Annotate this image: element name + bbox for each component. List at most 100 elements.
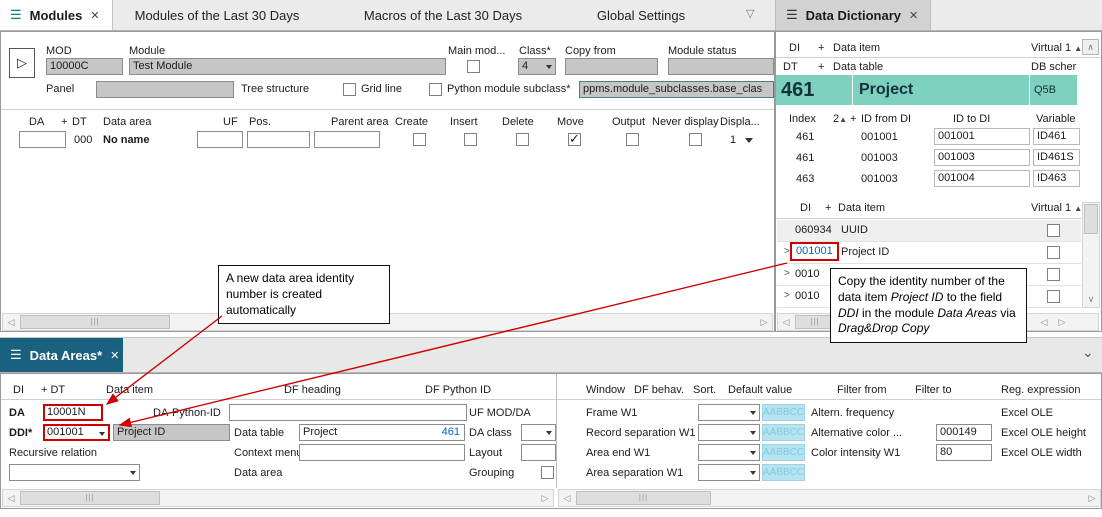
tab-list-dropdown-icon[interactable]: ▽	[746, 7, 754, 20]
scroll-right-icon[interactable]: ▷	[537, 490, 553, 506]
add-icon[interactable]: +	[818, 61, 824, 73]
index-row-id-from[interactable]: 001003	[861, 152, 898, 164]
grid-line-checkbox[interactable]	[343, 83, 356, 96]
insert-checkbox[interactable]	[464, 133, 477, 146]
da-input[interactable]	[19, 131, 66, 148]
selected-table-id[interactable]: 461	[776, 75, 852, 105]
close-icon[interactable]: ✕	[110, 349, 119, 362]
frame-w1-color-swatch[interactable]: AABBCC	[762, 404, 805, 421]
scroll-left-icon[interactable]: ◁	[778, 314, 794, 330]
data-area-name[interactable]: No name	[103, 134, 149, 146]
context-menu-field[interactable]	[299, 444, 465, 461]
scroll-down-icon[interactable]: ∨	[1083, 291, 1099, 307]
index-row-id-to[interactable]: 001003	[934, 149, 1030, 166]
record-separation-color-swatch[interactable]: AABBCC	[762, 424, 805, 441]
alternative-color-field[interactable]: 000149	[936, 424, 992, 441]
index-row-id-from[interactable]: 001001	[861, 131, 898, 143]
scroll-left-icon[interactable]: ◁	[3, 314, 19, 330]
virtual-checkbox[interactable]	[1047, 290, 1060, 303]
module-status-field[interactable]	[668, 58, 774, 75]
da-class-select[interactable]	[521, 424, 556, 441]
index-row-variable[interactable]: ID461S	[1033, 149, 1080, 166]
python-subclass-checkbox[interactable]	[429, 83, 442, 96]
item-di[interactable]: 0010	[795, 268, 819, 280]
scroll-left-icon[interactable]: ◁	[3, 490, 19, 506]
chevron-down-icon[interactable]	[745, 138, 753, 143]
collapse-chevron-icon[interactable]: ⌄	[1082, 344, 1094, 361]
items-vscrollbar[interactable]: ∨	[1082, 202, 1100, 308]
panel-field[interactable]	[96, 81, 234, 98]
index-sort-indicator[interactable]: 2▲	[833, 113, 847, 125]
recursive-relation-select[interactable]	[9, 464, 140, 481]
sort-asc-icon[interactable]: ▲	[1074, 44, 1082, 53]
parent-area-input[interactable]	[314, 131, 380, 148]
expand-icon[interactable]: >	[784, 246, 790, 257]
pos-input[interactable]	[247, 131, 310, 148]
output-checkbox[interactable]	[626, 133, 639, 146]
menu-icon[interactable]: ☰	[10, 7, 22, 23]
uf-input[interactable]	[197, 131, 243, 148]
menu-icon[interactable]: ☰	[10, 347, 22, 363]
virtual-checkbox[interactable]	[1047, 268, 1060, 281]
tab-data-dictionary[interactable]: ☰ Data Dictionary ✕	[775, 0, 931, 30]
ddi-field[interactable]: 001001	[43, 424, 110, 441]
item-di[interactable]: 0010	[795, 290, 819, 302]
item-di[interactable]: 001001	[796, 245, 833, 257]
ddi-item-name-field[interactable]: Project ID	[113, 424, 230, 441]
module-field[interactable]: Test Module	[129, 58, 446, 75]
main-mod-checkbox[interactable]	[467, 60, 480, 73]
tab-modules-last-30[interactable]: Modules of the Last 30 Days	[118, 0, 316, 30]
scroll-thumb[interactable]: |||	[795, 315, 835, 329]
index-row-id-from[interactable]: 001003	[861, 173, 898, 185]
scroll-left-icon[interactable]: ◁	[1036, 314, 1052, 330]
index-row-id-to[interactable]: 001001	[934, 128, 1030, 145]
add-icon[interactable]: +	[818, 42, 824, 54]
scroll-up-button[interactable]: ∧	[1082, 39, 1099, 55]
class-select[interactable]: 4	[518, 58, 556, 75]
selected-table-schema[interactable]: Q5B	[1030, 75, 1077, 105]
run-button[interactable]: ▷	[9, 48, 35, 78]
expand-icon[interactable]: >	[784, 290, 790, 301]
add-icon[interactable]: +	[61, 116, 67, 128]
item-di[interactable]: 060934	[795, 224, 832, 236]
index-row-index[interactable]: 461	[796, 131, 814, 143]
sort-asc-icon[interactable]: ▲	[1074, 204, 1082, 213]
selected-table-name[interactable]: Project	[853, 75, 1029, 105]
record-separation-select[interactable]	[698, 424, 760, 441]
index-row-index[interactable]: 463	[796, 173, 814, 185]
delete-checkbox[interactable]	[516, 133, 529, 146]
python-subclass-field[interactable]: ppms.module_subclasses.base_clas	[579, 81, 774, 98]
scroll-thumb[interactable]: |||	[576, 491, 711, 505]
scroll-thumb[interactable]: |||	[20, 315, 170, 329]
virtual-checkbox[interactable]	[1047, 224, 1060, 237]
scroll-thumb[interactable]	[1084, 204, 1098, 234]
tab-modules[interactable]: ☰ Modules ✕	[0, 0, 113, 30]
area-separation-color-swatch[interactable]: AABBCC	[762, 464, 805, 481]
data-table-field[interactable]: Project 461	[299, 424, 465, 441]
area-separation-select[interactable]	[698, 464, 760, 481]
item-name[interactable]: Project ID	[841, 246, 889, 258]
scroll-thumb[interactable]: |||	[20, 491, 160, 505]
area-end-select[interactable]	[698, 444, 760, 461]
index-row-id-to[interactable]: 001004	[934, 170, 1030, 187]
scroll-right-icon[interactable]: ▷	[756, 314, 772, 330]
da-field[interactable]: 10001N	[43, 404, 103, 421]
add-icon[interactable]: +	[850, 113, 856, 125]
display-value[interactable]: 1	[730, 134, 736, 146]
dt-value[interactable]: 000	[74, 134, 92, 146]
mod-field[interactable]: 10000C	[46, 58, 123, 75]
move-checkbox[interactable]	[568, 133, 581, 146]
data-areas-left-hscrollbar[interactable]: ◁ ||| ▷	[2, 489, 554, 507]
add-icon[interactable]: +	[825, 202, 831, 214]
tab-global-settings[interactable]: Global Settings	[574, 0, 708, 30]
area-end-color-swatch[interactable]: AABBCC	[762, 444, 805, 461]
close-icon[interactable]: ✕	[909, 9, 918, 22]
color-intensity-field[interactable]: 80	[936, 444, 992, 461]
scroll-right-icon[interactable]: ▷	[1084, 490, 1100, 506]
virtual-checkbox[interactable]	[1047, 246, 1060, 259]
data-item-row[interactable]: 060934 UUID	[777, 220, 1081, 242]
copy-from-field[interactable]	[565, 58, 658, 75]
df-heading-field[interactable]	[229, 404, 467, 421]
tab-data-areas[interactable]: ☰ Data Areas* ✕	[0, 338, 123, 372]
expand-icon[interactable]: >	[784, 268, 790, 279]
